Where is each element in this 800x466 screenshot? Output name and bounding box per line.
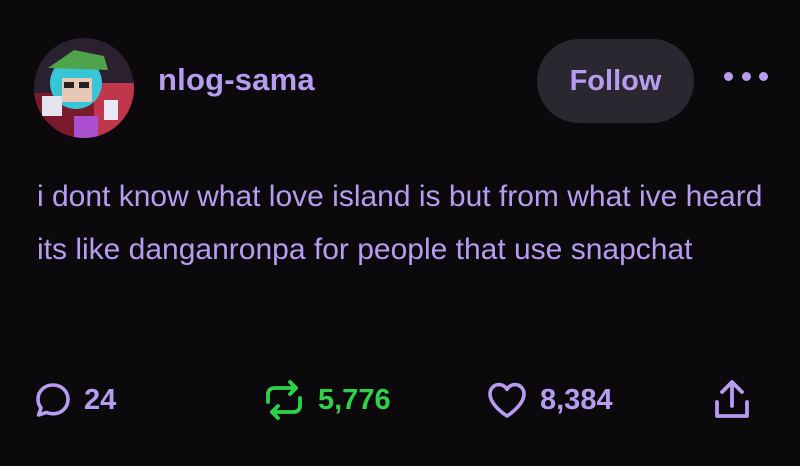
username[interactable]: nlog-sama	[158, 62, 315, 98]
heart-icon	[488, 382, 526, 418]
like-button[interactable]: 8,384	[486, 370, 613, 430]
share-upload-icon	[715, 380, 749, 418]
reblog-count: 5,776	[318, 383, 391, 416]
reblog-arrows-icon	[266, 380, 302, 420]
ellipsis-icon	[741, 71, 751, 81]
more-options-button[interactable]	[724, 64, 768, 88]
follow-button[interactable]: Follow	[537, 39, 694, 123]
action-bar: 24 5,776 8,384	[0, 370, 800, 430]
post-card: nlog-sama Follow i dont know what love i…	[0, 0, 800, 466]
ellipsis-icon	[724, 71, 733, 81]
like-count: 8,384	[540, 383, 613, 416]
post-body-text: i dont know what love island is but from…	[37, 180, 763, 266]
reblog-button[interactable]: 5,776	[262, 370, 391, 430]
share-button[interactable]	[712, 370, 752, 430]
reply-button[interactable]: 24	[34, 370, 116, 430]
reply-count: 24	[84, 383, 117, 416]
avatar[interactable]	[34, 38, 134, 138]
ellipsis-icon	[759, 71, 768, 81]
speech-bubble-icon	[36, 383, 70, 417]
